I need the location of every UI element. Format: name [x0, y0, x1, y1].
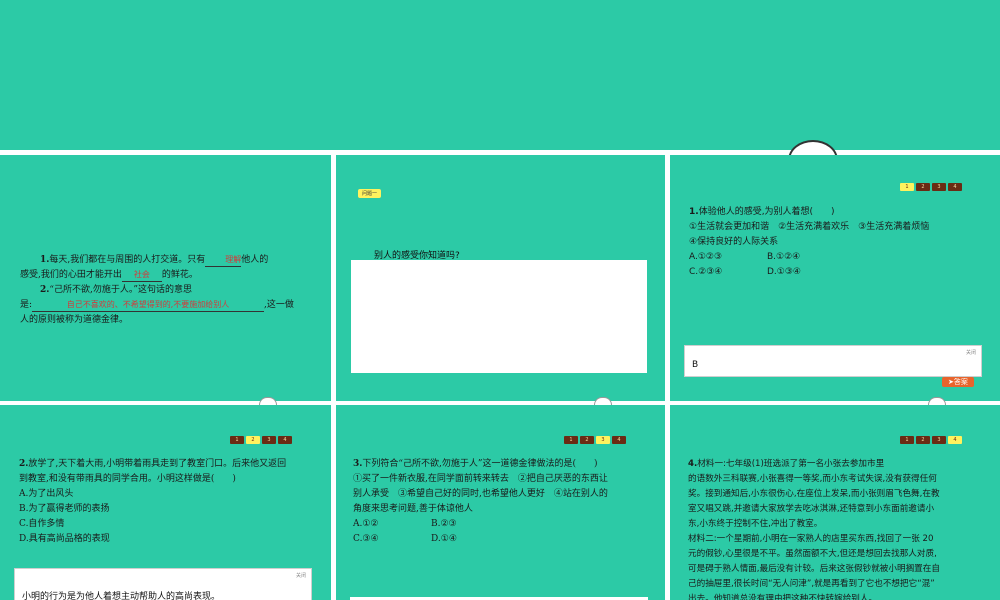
content-panel [351, 260, 647, 373]
q-stem-line4: 角度来思考问题,善于体谅他人 [353, 504, 473, 514]
answer-popup: 关闭 B [684, 345, 982, 377]
q-number: 1. [689, 207, 699, 217]
q2-blank-answer: 自己不喜欢的、不希望得到的,不要施加给别人 [32, 299, 265, 312]
answer-explanation: 小明的行为是为他人着想主动帮助人的高尚表现。 [22, 592, 221, 600]
q-number: 4. [688, 459, 698, 469]
page-1-button[interactable]: 1 [230, 436, 244, 444]
page-3-button[interactable]: 3 [262, 436, 276, 444]
question-1: 1.体验他人的感受,为别人着想( ) ①生活就会更加和谐 ②生活充满着欢乐 ③生… [689, 205, 994, 280]
q1-blank2-answer: 社会 [121, 269, 162, 282]
q-stem-line3: 别人承受 ③希望自己好的同时,也希望他人更好 ④站在别人的 [353, 489, 608, 499]
choice-a[interactable]: A.①②③ [689, 250, 767, 265]
q1-blank-answer: 理解 [205, 254, 242, 267]
page-1-button[interactable]: 1 [900, 183, 914, 191]
answer-button[interactable]: ➤答案 [942, 377, 974, 387]
page-2-button[interactable]: 2 [916, 436, 930, 444]
q-stem-line1: 下列符合“己所不欲,勿施于人”这一道德金律做法的是( ) [362, 459, 598, 469]
section-badge[interactable]: 问题一 [358, 189, 382, 198]
material-2-line3: 可是碍于熟人情面,最后没有计较。后来这张假钞就被小明搁置在自 [688, 564, 940, 574]
q2-line3: 人的原则被称为道德金律。 [20, 315, 129, 325]
question-4: 4.材料一:七年级(1)班选派了第一名小张去参加市里 的语数外三科联赛,小张喜得… [688, 457, 998, 600]
top-banner [0, 0, 1000, 150]
choice-d[interactable]: D.①④ [431, 532, 457, 547]
choice-d[interactable]: D.①③④ [767, 265, 801, 280]
answer-value: B [692, 360, 699, 370]
material-1-line3: 奖。接到通知后,小东很伤心,在座位上发呆,而小张则眉飞色舞,在教 [688, 489, 940, 499]
choice-b[interactable]: B.为了赢得老师的表扬 [19, 502, 324, 517]
close-button[interactable]: 关闭 [966, 349, 976, 356]
question-pager: 1 2 3 4 [900, 436, 962, 444]
material-2-line2: 元的假钞,心里很是不平。虽然面额不大,但还是想回去找那人对质, [688, 549, 937, 559]
q1-text-post: 他人的 [241, 255, 269, 265]
q-stem-line1: 放学了,天下着大雨,小明带着雨具走到了教室门口。后来他又返回 [28, 459, 287, 469]
choice-d[interactable]: D.具有高尚品格的表现 [19, 532, 324, 547]
page-4-button[interactable]: 4 [948, 183, 962, 191]
q1-line2: 感受,我们的心田才能开出 [20, 270, 122, 280]
slide-2[interactable]: 问题一 别人的感受你知道吗? [336, 155, 665, 401]
page-2-button[interactable]: 2 [916, 183, 930, 191]
page-2-button[interactable]: 2 [246, 436, 260, 444]
material-2-line1: 材料二:一个星期前,小明在一家熟人的店里买东西,找回了一张 20 [688, 534, 934, 544]
page-2-button[interactable]: 2 [580, 436, 594, 444]
page-3-button[interactable]: 3 [932, 436, 946, 444]
question-pager: 1 2 3 4 [900, 183, 962, 191]
page-3-button[interactable]: 3 [596, 436, 610, 444]
q-stem-line2: 到教室,和没有带雨具的同学合用。小明这样做是( ) [19, 474, 236, 484]
page-1-button[interactable]: 1 [900, 436, 914, 444]
q-number: 2. [19, 459, 29, 469]
question-3: 3.下列符合“己所不欲,勿施于人”这一道德金律做法的是( ) ①买了一件新衣服,… [353, 457, 661, 547]
q1-line2-post: 的鲜花。 [161, 270, 198, 280]
answer-popup: 关闭 小明的行为是为他人着想主动帮助人的高尚表现。 [14, 568, 312, 600]
q2-line2-post: ,这一做 [264, 300, 294, 310]
question-2: 2.放学了,天下着大雨,小明带着雨具走到了教室门口。后来他又返回 到教室,和没有… [19, 457, 324, 547]
slide-1[interactable]: 1.每天,我们都在与周围的人打交道。只有 理解他人的 感受,我们的心田才能开出 社会… [0, 155, 331, 401]
choice-b[interactable]: B.②③ [431, 517, 457, 532]
q-stem-line2: ①买了一件新衣服,在同学面前转来转去 ②把自己厌恶的东西让 [353, 474, 608, 484]
material-2-line5: 出去。他知道总没有理由把这种不快转嫁给别人。 [688, 594, 878, 600]
question-pager: 1 2 3 4 [564, 436, 626, 444]
q2-line2: 是: [20, 300, 33, 310]
question-pager: 1 2 3 4 [230, 436, 292, 444]
q2-number: 2. [40, 285, 50, 295]
answer-button-label: 答案 [953, 378, 968, 386]
material-1-line1: 材料一:七年级(1)班选派了第一名小张去参加市里 [697, 459, 885, 469]
choice-a[interactable]: A.①② [353, 517, 431, 532]
slide1-text: 1.每天,我们都在与周围的人打交道。只有 理解他人的 感受,我们的心田才能开出 社会… [20, 253, 320, 328]
q-number: 3. [353, 459, 363, 469]
choice-a[interactable]: A.为了出风头 [19, 487, 324, 502]
q-options-line2: ④保持良好的人际关系 [689, 237, 779, 247]
q2-text: “己所不欲,勿施于人。”这句话的意思 [49, 285, 192, 295]
page-4-button[interactable]: 4 [278, 436, 292, 444]
material-2-line4: 己的抽屉里,很长时间“无人问津”,就是再看到了它也不想把它“混” [688, 579, 935, 589]
page-1-button[interactable]: 1 [564, 436, 578, 444]
q-stem: 体验他人的感受,为别人着想( ) [698, 207, 835, 217]
q1-number: 1. [40, 255, 50, 265]
material-1-line2: 的语数外三科联赛,小张喜得一等奖,而小东考试失误,没有获得任何 [688, 474, 937, 484]
choice-b[interactable]: B.①②④ [767, 250, 800, 265]
slide-6[interactable]: 1 2 3 4 4.材料一:七年级(1)班选派了第一名小张去参加市里 的语数外三… [670, 405, 1000, 600]
page-4-button[interactable]: 4 [612, 436, 626, 444]
q1-text: 每天,我们都在与周围的人打交道。只有 [49, 255, 206, 265]
choice-c[interactable]: C.自作多情 [19, 517, 324, 532]
slide-3[interactable]: 1 2 3 4 1.体验他人的感受,为别人着想( ) ①生活就会更加和谐 ②生活… [670, 155, 1000, 401]
page-3-button[interactable]: 3 [932, 183, 946, 191]
page-4-button[interactable]: 4 [948, 436, 962, 444]
slide-5[interactable]: 1 2 3 4 3.下列符合“己所不欲,勿施于人”这一道德金律做法的是( ) ①… [336, 405, 665, 600]
choice-c[interactable]: C.②③④ [689, 265, 767, 280]
choice-c[interactable]: C.③④ [353, 532, 431, 547]
material-1-line4: 室又唱又跳,并邀请大家放学去吃冰淇淋,还特意到小东面前邀请小 [688, 504, 935, 514]
q-options-line1: ①生活就会更加和谐 ②生活充满着欢乐 ③生活充满着烦恼 [689, 222, 930, 232]
close-button[interactable]: 关闭 [296, 572, 306, 579]
slide-4[interactable]: 1 2 3 4 2.放学了,天下着大雨,小明带着雨具走到了教室门口。后来他又返回… [0, 405, 331, 600]
material-1-line5: 东,小东终于控制不住,冲出了教室。 [688, 519, 823, 529]
